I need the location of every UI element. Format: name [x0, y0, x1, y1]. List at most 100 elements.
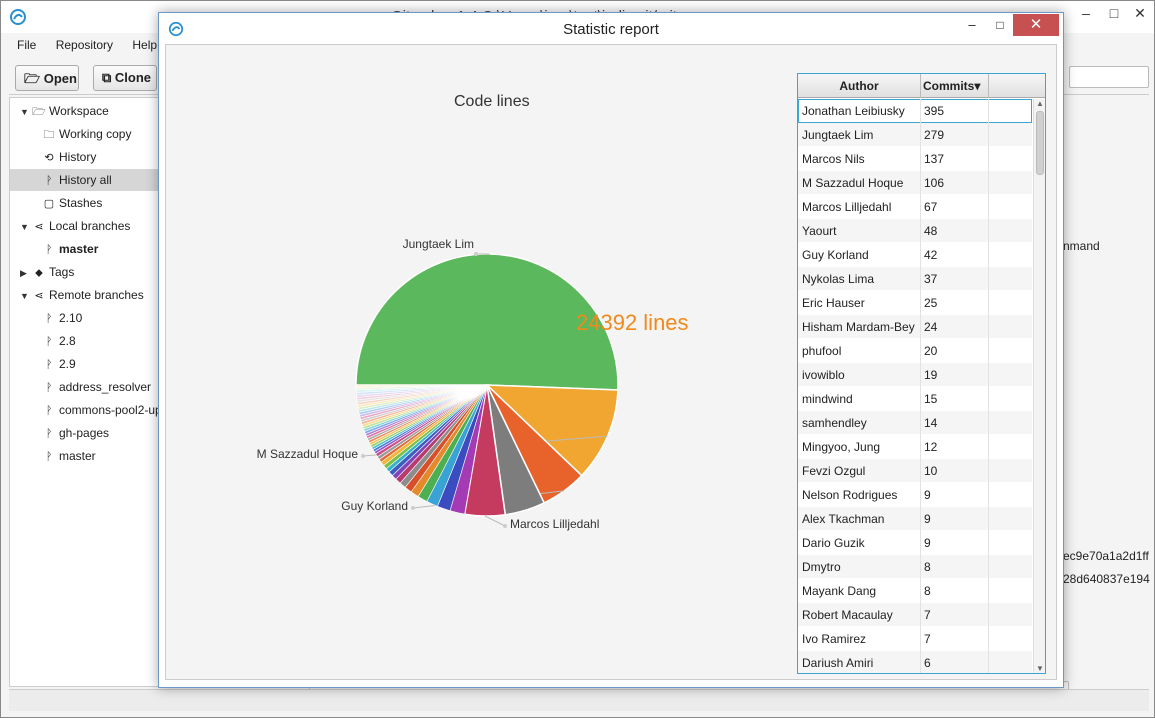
author-cell: samhendley	[802, 416, 867, 430]
sidebar-item-2-9[interactable]: ᚹ 2.9	[10, 353, 158, 375]
table-row[interactable]: Robert Macaulay 7	[798, 603, 1032, 627]
commits-cell: 7	[924, 632, 931, 646]
sidebar-item-2-8[interactable]: ᚹ 2.8	[10, 330, 158, 352]
table-row[interactable]: samhendley 14	[798, 411, 1032, 435]
clone-button[interactable]: ⧉ Clone	[93, 65, 157, 91]
table-row[interactable]: Yaourt 48	[798, 219, 1032, 243]
scrollbar-thumb[interactable]	[1036, 111, 1044, 175]
commits-cell: 10	[924, 464, 938, 478]
table-row[interactable]: Guy Korland 42	[798, 243, 1032, 267]
background-content: nmand ec9e70a1a2d1ff 28d640837e194	[1063, 87, 1150, 687]
branch-icon: ᚹ	[45, 313, 53, 325]
column-header-author[interactable]: Author	[798, 74, 921, 98]
sidebar-item-label: Stashes	[59, 196, 103, 210]
stash-icon: ▢	[43, 198, 55, 210]
table-body: Dariush Amiri 6 Ivo Ramirez 7 Robert Macaula…	[798, 99, 1032, 673]
column-divider	[988, 99, 989, 673]
table-row[interactable]: Eric Hauser 25	[798, 291, 1032, 315]
expand-arrow-icon[interactable]: ▼	[20, 101, 32, 123]
sidebar-item-label: 2.9	[59, 357, 76, 371]
statistic-report-dialog: Statistic report – □ ✕ Code lines Jungta…	[158, 12, 1064, 688]
table-row[interactable]: ivowiblo 19	[798, 363, 1032, 387]
sidebar-item-workspace[interactable]: ▼ 🗁 Workspace	[10, 100, 158, 122]
scroll-down-arrow-icon[interactable]: ▼	[1034, 664, 1045, 673]
scroll-up-arrow-icon[interactable]: ▲	[1034, 99, 1045, 108]
open-button[interactable]: 🗁 Open	[15, 65, 79, 91]
sidebar-item-stashes[interactable]: ▢ Stashes	[10, 192, 158, 214]
expand-arrow-icon[interactable]: ▼	[20, 216, 32, 238]
commits-cell: 8	[924, 560, 931, 574]
hover-value-label: 24392 lines	[576, 310, 689, 335]
commit-hash-2: 28d640837e194	[1063, 572, 1150, 586]
table-row[interactable]: Mayank Dang 8	[798, 579, 1032, 603]
table-row[interactable]: Jonathan Leibiusky 395	[798, 99, 1032, 123]
table-row[interactable]: Nykolas Lima 37	[798, 267, 1032, 291]
sidebar-item-label: commons-pool2-up	[59, 403, 162, 417]
minimize-button[interactable]: –	[959, 15, 985, 37]
menu-repository[interactable]: Repository	[48, 35, 121, 55]
sidebar-item-gh-pages[interactable]: ᚹ gh-pages	[10, 422, 158, 444]
branch-icon: ᚹ	[45, 244, 53, 256]
commits-cell: 9	[924, 488, 931, 502]
commits-cell: 25	[924, 296, 938, 310]
table-row[interactable]: Jungtaek Lim 279	[798, 123, 1032, 147]
table-row[interactable]: Alex Tkachman 9	[798, 507, 1032, 531]
table-row[interactable]: Dario Guzik 9	[798, 531, 1032, 555]
sidebar-item-master[interactable]: ᚹ master	[10, 445, 158, 467]
clone-button-label: Clone	[114, 70, 152, 85]
slice-label-marker	[503, 524, 507, 528]
table-vertical-scrollbar[interactable]: ▲ ▼	[1033, 99, 1045, 673]
clone-icon: ⧉	[102, 70, 112, 85]
sidebar-item-history[interactable]: ⟲ History	[10, 146, 158, 168]
main-minimize-button[interactable]: –	[1071, 1, 1101, 27]
collapse-arrow-icon[interactable]: ▶	[20, 262, 32, 284]
sidebar-item-label: 2.10	[59, 311, 83, 325]
commits-cell: 42	[924, 248, 938, 262]
sidebar-item-address-resolver[interactable]: ᚹ address_resolver	[10, 376, 158, 398]
author-cell: Robert Macaulay	[802, 608, 893, 622]
table-row[interactable]: Marcos Nils 137	[798, 147, 1032, 171]
table-row[interactable]: Hisham Mardam-Bey 24	[798, 315, 1032, 339]
sidebar-item-local-branches[interactable]: ▼ ⋖ Local branches	[10, 215, 158, 237]
sidebar-item-2-10[interactable]: ᚹ 2.10	[10, 307, 158, 329]
author-cell: Mayank Dang	[802, 584, 877, 598]
branch-icon: ᚹ	[45, 428, 53, 440]
column-header-commits[interactable]: Commits▾	[921, 74, 989, 98]
sidebar-item-commons-pool2-up[interactable]: ᚹ commons-pool2-up	[10, 399, 162, 421]
open-button-label: Open	[43, 71, 77, 86]
table-row[interactable]: Mingyoo, Jung 12	[798, 435, 1032, 459]
sidebar-item-tags[interactable]: ▶ ⬥ Tags	[10, 261, 158, 283]
commits-cell: 20	[924, 344, 938, 358]
author-commits-table: Author Commits▾ Dariush Amiri 6 Ivo Ramire…	[797, 73, 1046, 674]
table-row[interactable]: Fevzi Ozgul 10	[798, 459, 1032, 483]
expand-arrow-icon[interactable]: ▼	[20, 285, 32, 307]
author-cell: Nelson Rodrigues	[802, 488, 898, 502]
sidebar-item-master[interactable]: ᚹ master	[10, 238, 158, 260]
table-row[interactable]: mindwind 15	[798, 387, 1032, 411]
commits-cell: 6	[924, 656, 931, 670]
menu-file[interactable]: File	[9, 35, 44, 55]
table-row[interactable]: Marcos Lilljedahl 67	[798, 195, 1032, 219]
sidebar-item-history-all[interactable]: ᚹ History all	[10, 169, 158, 191]
table-row[interactable]: Dmytro 8	[798, 555, 1032, 579]
close-button[interactable]: ✕	[1013, 14, 1059, 36]
commits-cell: 14	[924, 416, 938, 430]
maximize-button[interactable]: □	[987, 15, 1013, 37]
app-logo-icon	[10, 9, 26, 25]
commits-cell: 12	[924, 440, 938, 454]
sidebar-item-remote-branches[interactable]: ▼ ⋖ Remote branches	[10, 284, 158, 306]
main-close-button[interactable]: ✕	[1125, 1, 1155, 27]
author-cell: Dmytro	[802, 560, 841, 574]
table-row[interactable]: Ivo Ramirez 7	[798, 627, 1032, 651]
sidebar-item-working-copy[interactable]: 🗀 Working copy	[10, 123, 158, 145]
commits-cell: 279	[924, 128, 945, 142]
search-input[interactable]	[1069, 66, 1149, 88]
table-row[interactable]: phufool 20	[798, 339, 1032, 363]
dialog-body: Code lines Jungtaek Lim M Sazzadul Hoque G…	[165, 44, 1057, 680]
share-icon: ⋖	[34, 290, 44, 302]
sidebar-item-label: Remote branches	[49, 288, 144, 302]
table-row[interactable]: Nelson Rodrigues 9	[798, 483, 1032, 507]
table-row[interactable]: M Sazzadul Hoque 106	[798, 171, 1032, 195]
commits-cell: 24	[924, 320, 938, 334]
table-row[interactable]: Dariush Amiri 6	[798, 651, 1032, 673]
